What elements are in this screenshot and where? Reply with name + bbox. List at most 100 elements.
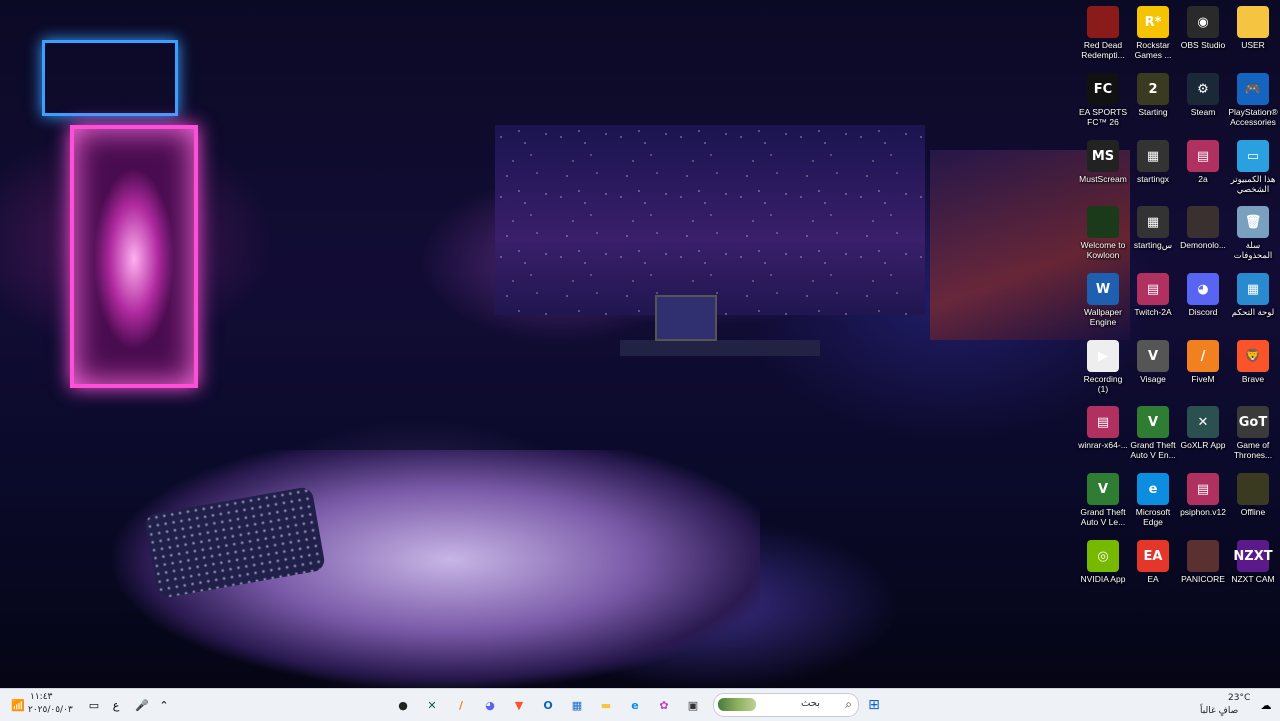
video-file-icon: ▦ (1137, 140, 1169, 172)
app-taskview-icon[interactable]: ▣ (681, 694, 705, 716)
desktop-shortcut[interactable]: Welcome to Kowloon (1078, 206, 1128, 260)
playstation-icon: 🎮 (1237, 73, 1269, 105)
desktop-shortcut[interactable]: ▦ startingس (1128, 206, 1178, 250)
desktop-shortcut-label: 2a (1198, 174, 1208, 184)
desktop-shortcut[interactable]: / FiveM (1178, 340, 1228, 384)
weather-icon[interactable]: ☁ (1254, 694, 1278, 716)
desktop-shortcut[interactable]: e Microsoft Edge (1128, 473, 1178, 527)
app-store-icon[interactable]: ▦ (565, 694, 589, 716)
app-copilot-icon[interactable]: ✿ (652, 694, 676, 716)
desktop-shortcut-label: Steam (1190, 107, 1216, 117)
desktop-shortcut[interactable]: NZXT NZXT CAM (1228, 540, 1278, 584)
desktop-shortcut[interactable]: V Visage (1128, 340, 1178, 384)
desktop-shortcut-label: startingx (1136, 174, 1170, 184)
desktop-shortcut[interactable]: ◕ Discord (1178, 273, 1228, 317)
nvidia-icon: ◎ (1087, 540, 1119, 572)
desktop-shortcut-label: NVIDIA App (1080, 574, 1126, 584)
desktop-shortcut[interactable]: USER (1228, 6, 1278, 50)
fivem-icon: / (1187, 340, 1219, 372)
desktop-shortcut[interactable]: ▤ winrar-x64-... (1078, 406, 1128, 450)
desktop-shortcut[interactable]: R* Rockstar Games ... (1128, 6, 1178, 60)
desktop-shortcut-label: psiphon.v12 (1180, 507, 1226, 517)
kowloon-icon (1087, 206, 1119, 238)
wallpaper-engine-icon: W (1087, 273, 1119, 305)
app-edge-icon[interactable]: e (623, 694, 647, 716)
desktop-shortcut[interactable]: ▦ لوحة التحكم (1228, 273, 1278, 317)
desktop-shortcut[interactable]: ⚙ Steam (1178, 73, 1228, 117)
desktop-shortcut[interactable]: V Grand Theft Auto V En... (1128, 406, 1178, 460)
desktop-shortcut[interactable]: ▭ هذا الكمبيوتر الشخصي (1228, 140, 1278, 194)
desktop-shortcut-label: Brave (1241, 374, 1265, 384)
chevron-up-icon[interactable]: ⌃ (152, 694, 176, 716)
desktop-shortcut[interactable]: ▶ Recording (1) (1078, 340, 1128, 394)
desktop-shortcut[interactable]: V Grand Theft Auto V Le... (1078, 473, 1128, 527)
weather-desc[interactable]: صافٍ غالباً (1200, 706, 1238, 716)
microphone-icon[interactable]: 🎤 (130, 694, 154, 716)
desktop-shortcut[interactable]: 🗑 سلة المحذوفات (1228, 206, 1278, 260)
winrar-icon: ▤ (1187, 473, 1219, 505)
desktop-shortcut[interactable]: Offline (1228, 473, 1278, 517)
wallpaper-neon-galaxy-panel (70, 125, 198, 388)
winrar-icon: ▤ (1137, 273, 1169, 305)
nzxt-icon: NZXT (1233, 540, 1273, 572)
desktop-shortcut-label: Offline (1240, 507, 1266, 517)
app-discord-icon[interactable]: ◕ (478, 694, 502, 716)
desktop-shortcut[interactable]: ▤ Twitch-2A (1128, 273, 1178, 317)
app-terminal-icon[interactable]: ✕ (420, 694, 444, 716)
recycle-bin-icon: 🗑 (1237, 206, 1269, 238)
desktop-shortcut-label: Grand Theft Auto V Le... (1080, 507, 1126, 527)
search-placeholder: بحث (800, 698, 820, 709)
desktop-shortcut-label: سلة المحذوفات (1233, 240, 1273, 260)
desktop-shortcut[interactable]: Demonolo... (1178, 206, 1228, 250)
offline-icon (1237, 473, 1269, 505)
desktop-shortcut[interactable]: MS MustScream (1078, 140, 1128, 184)
search-box[interactable]: بحث ⌕ (713, 693, 859, 717)
desktop-shortcut[interactable]: 🦁 Brave (1228, 340, 1278, 384)
desktop-shortcut-label: Microsoft Edge (1135, 507, 1171, 527)
desktop-shortcut[interactable]: ▦ startingx (1128, 140, 1178, 184)
notification-icon[interactable]: ▭ (82, 694, 106, 716)
desktop-shortcut-label: Twitch-2A (1134, 307, 1172, 317)
start-button[interactable]: ⊞ (862, 694, 886, 716)
desktop-shortcut-label: Visage (1140, 374, 1166, 384)
language-indicator[interactable]: ع (104, 694, 128, 716)
brave-icon: 🦁 (1237, 340, 1269, 372)
winrar-icon: ▤ (1187, 140, 1219, 172)
desktop-shortcut-label: Game of Thrones... (1233, 440, 1273, 460)
desktop-shortcut[interactable]: 🎮 PlayStation® Accessories (1228, 73, 1278, 127)
desktop-shortcut[interactable]: ◉ OBS Studio (1178, 6, 1228, 50)
wallpaper-monitor (655, 295, 717, 341)
desktop-shortcut[interactable]: ✕ GoXLR App (1178, 406, 1228, 450)
app-pinned-1-icon[interactable]: ● (391, 694, 415, 716)
control-panel-icon: ▦ (1237, 273, 1269, 305)
network-icon[interactable]: 📶 (6, 694, 30, 716)
app-explorer-icon[interactable]: ▬ (594, 694, 618, 716)
desktop-shortcut-label: Wallpaper Engine (1084, 307, 1122, 327)
desktop-shortcut-label: winrar-x64-... (1078, 440, 1128, 450)
desktop-shortcut-label: NZXT CAM (1231, 574, 1275, 584)
weather-temp[interactable]: 23°C (1228, 693, 1250, 703)
wallpaper-bed (0, 450, 760, 688)
desktop-shortcut[interactable]: GoT Game of Thrones... (1228, 406, 1278, 460)
app-brave-icon[interactable]: ▼ (507, 694, 531, 716)
desktop-shortcut[interactable]: ◎ NVIDIA App (1078, 540, 1128, 584)
desktop-shortcut[interactable]: FC EA SPORTS FC™ 26 (1078, 73, 1128, 127)
desktop-shortcut-label: Starting (1138, 107, 1168, 117)
clock-date[interactable]: ٢٠٢٥/٠٥/٠٣ (28, 705, 73, 715)
desktop-shortcut[interactable]: Red Dead Redempti... (1078, 6, 1128, 60)
desktop-shortcut-label: OBS Studio (1180, 40, 1226, 50)
video-file-icon: ▦ (1137, 206, 1169, 238)
desktop-shortcut-label: هذا الكمبيوتر الشخصي (1230, 174, 1276, 194)
desktop-shortcut[interactable]: PANICORE (1178, 540, 1228, 584)
desktop-shortcut[interactable]: EA EA (1128, 540, 1178, 584)
app-outlook-icon[interactable]: O (536, 694, 560, 716)
desktop-shortcut[interactable]: ▤ psiphon.v12 (1178, 473, 1228, 517)
desktop-shortcut-label: USER (1241, 40, 1265, 50)
wallpaper-neon-sign (42, 40, 178, 116)
app-fivem-icon[interactable]: / (449, 694, 473, 716)
desktop-shortcut[interactable]: W Wallpaper Engine (1078, 273, 1128, 327)
clock-time[interactable]: ١١:٤٣ (30, 692, 52, 702)
desktop-shortcut[interactable]: 2 Starting (1128, 73, 1178, 117)
desktop-shortcut[interactable]: ▤ 2a (1178, 140, 1228, 184)
visage-icon: V (1137, 340, 1169, 372)
